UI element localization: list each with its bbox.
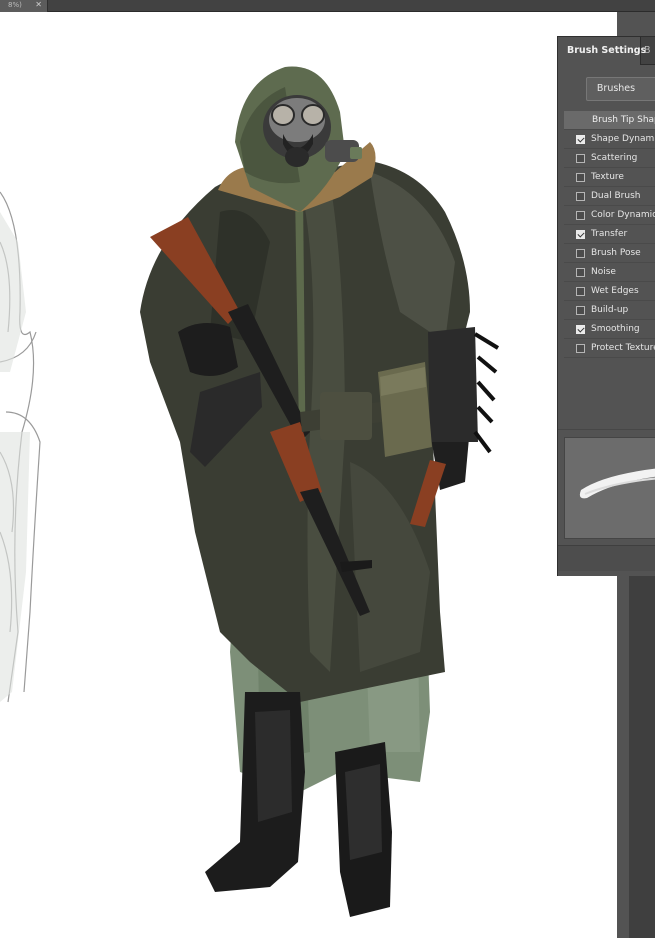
option-build-up[interactable]: Build-up [564,301,655,320]
option-label: Brush Pose [591,248,641,258]
character-artwork [0,66,500,917]
checkbox[interactable] [576,268,585,277]
document-tab-label: 8%) [8,1,22,9]
document-tab[interactable]: 8%) ✕ [0,0,48,12]
option-scattering[interactable]: Scattering [564,149,655,168]
option-dual-brush[interactable]: Dual Brush [564,187,655,206]
option-label: Wet Edges [591,286,639,296]
canvas[interactable] [0,12,617,938]
option-color-dynamics[interactable]: Color Dynamics [564,206,655,225]
option-label: Noise [591,267,616,277]
option-wet-edges[interactable]: Wet Edges [564,282,655,301]
checkbox[interactable] [576,154,585,163]
option-label: Smoothing [591,324,640,334]
close-icon[interactable]: ✕ [35,0,42,10]
checkbox[interactable] [576,135,585,144]
option-transfer[interactable]: Transfer [564,225,655,244]
option-label: Color Dynamics [591,210,655,220]
option-protect-texture[interactable]: Protect Texture [564,339,655,358]
option-noise[interactable]: Noise [564,263,655,282]
option-label: Build-up [591,305,629,315]
checkbox[interactable] [576,287,585,296]
brush-stroke-preview [564,437,655,539]
panel-dock-top [629,12,655,36]
option-label: Texture [591,172,624,182]
brush-settings-panel: Brush Settings B Brushes Brush Tip Shape… [557,36,655,576]
document-tab-bar: 8%) ✕ [0,0,655,12]
option-smoothing[interactable]: Smoothing [564,320,655,339]
arm-wraps [428,327,478,442]
pouch [320,392,372,440]
checkbox[interactable] [576,306,585,315]
checkbox[interactable] [576,344,585,353]
checkbox[interactable] [576,230,585,239]
checkbox[interactable] [576,249,585,258]
option-brush-pose[interactable]: Brush Pose [564,244,655,263]
preview-divider [558,429,655,430]
checkbox[interactable] [576,192,585,201]
brush-options-list: Brush Tip Shape Shape Dynamics Scatterin… [564,111,655,358]
panel-tab-bar: Brush Settings B [558,37,655,65]
option-label: Transfer [591,229,628,239]
panel-bottom-bar [558,545,655,571]
option-label: Protect Texture [591,343,655,353]
brushes-button[interactable]: Brushes [586,77,655,101]
tab-brushes[interactable]: B [644,37,655,65]
option-shape-dynamics[interactable]: Shape Dynamics [564,130,655,149]
option-label: Dual Brush [591,191,641,201]
brush-tip-shape-item[interactable]: Brush Tip Shape [564,111,655,130]
checkbox[interactable] [576,211,585,220]
option-label: Shape Dynamics [591,134,655,144]
option-texture[interactable]: Texture [564,168,655,187]
checkbox[interactable] [576,325,585,334]
checkbox[interactable] [576,173,585,182]
tab-brush-settings[interactable]: Brush Settings [558,37,646,65]
option-label: Scattering [591,153,638,163]
stroke-preview-graphic [579,468,655,499]
